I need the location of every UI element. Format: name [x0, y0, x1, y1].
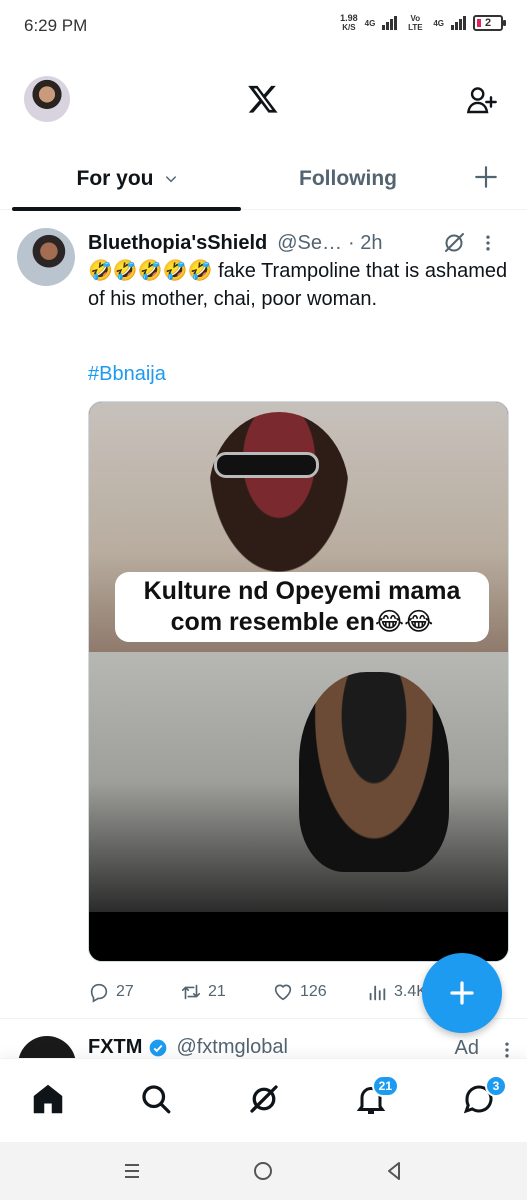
grok-icon[interactable]	[442, 231, 466, 255]
recent-apps-icon[interactable]	[120, 1159, 144, 1183]
reply-count: 27	[116, 983, 134, 1000]
chevron-down-icon	[165, 176, 176, 183]
reply-icon	[90, 983, 108, 1003]
battery-level: 2	[484, 17, 492, 29]
tweet-author-name[interactable]: Bluethopia'sShield	[88, 232, 267, 255]
signal-icon	[382, 16, 398, 30]
x-logo-icon	[248, 85, 278, 113]
promoted-author-name[interactable]: FXTM	[88, 1036, 142, 1059]
media-bottom-bar	[89, 912, 508, 961]
tweet[interactable]: Bluethopia'sShield @Se… · 2h 🤣🤣🤣🤣🤣 fake …	[0, 211, 527, 1019]
plus-icon[interactable]	[473, 164, 499, 190]
status-bar: 6:29 PM 1.98 K/S 4G Vo LTE 4G 2	[0, 0, 527, 56]
tab-for-you[interactable]: For you	[12, 148, 242, 211]
tweet-text: 🤣🤣🤣🤣🤣 fake Trampoline that is ashamed of…	[88, 260, 508, 310]
ad-label: Ad	[454, 1037, 479, 1059]
like-button[interactable]: 126	[272, 981, 327, 1003]
tweet-author-handle[interactable]: @Se…	[277, 232, 342, 255]
tab-following-label: Following	[299, 167, 397, 190]
tweet-header: Bluethopia'sShield @Se… · 2h	[88, 229, 508, 257]
notifications-badge: 21	[371, 1075, 399, 1097]
home-icon	[33, 1084, 63, 1114]
tweet-media-image[interactable]: Kulture nd Opeyemi mama com resemble en😂…	[88, 401, 509, 962]
media-caption: Kulture nd Opeyemi mama com resemble en😂…	[115, 572, 489, 642]
account-avatar[interactable]	[24, 76, 70, 122]
retweet-icon	[181, 984, 201, 1000]
bottom-navigation: 21 3	[0, 1058, 527, 1142]
system-navigation-bar	[0, 1142, 527, 1200]
battery-icon: 2	[473, 15, 506, 31]
nav-notifications[interactable]: 21	[353, 1075, 399, 1117]
more-options-icon[interactable]	[478, 233, 498, 253]
search-icon	[142, 1085, 171, 1114]
volte-label: Vo LTE	[408, 14, 423, 32]
verified-badge-icon	[150, 1039, 167, 1056]
views-button[interactable]: 3.4K	[366, 981, 427, 1003]
retweet-count: 21	[208, 983, 226, 1000]
grok-icon	[250, 1085, 278, 1113]
nav-grok[interactable]	[246, 1081, 282, 1117]
like-count: 126	[300, 983, 327, 1000]
network-speed: 1.98 K/S	[340, 13, 358, 33]
promoted-tweet-header: FXTM @fxtmglobal	[88, 1036, 288, 1059]
nav-search[interactable]	[138, 1081, 174, 1117]
app-header	[0, 56, 527, 144]
media-bottom-frame	[89, 652, 508, 912]
back-triangle-icon[interactable]	[382, 1159, 406, 1183]
promoted-author-handle[interactable]: @fxtmglobal	[176, 1036, 287, 1059]
tweet-hashtag[interactable]: #Bbnaija	[88, 363, 166, 386]
more-options-icon[interactable]	[497, 1040, 517, 1060]
nav-messages[interactable]: 3	[461, 1075, 507, 1117]
tab-for-you-label: For you	[76, 167, 154, 190]
network-type-2: 4G	[433, 18, 444, 28]
heart-icon	[274, 984, 292, 1001]
status-icons: 1.98 K/S 4G Vo LTE 4G 2	[340, 13, 506, 33]
network-type-1: 4G	[364, 18, 376, 28]
promoted-author-avatar[interactable]	[18, 1036, 76, 1060]
retweet-button[interactable]: 21	[180, 981, 226, 1003]
tweet-timestamp: · 2h	[347, 231, 383, 254]
signal-icon-2	[451, 16, 466, 30]
nav-home[interactable]	[30, 1081, 66, 1117]
media-sunglasses	[214, 452, 319, 478]
media-person-2	[299, 672, 449, 872]
tab-following[interactable]: Following	[268, 148, 428, 210]
compose-button[interactable]	[422, 953, 502, 1033]
timeline-tabs: For you Following	[0, 148, 527, 211]
reply-button[interactable]: 27	[88, 981, 134, 1003]
status-time: 6:29 PM	[24, 16, 88, 35]
media-person-1	[209, 412, 349, 572]
home-circle-icon[interactable]	[251, 1159, 275, 1183]
plus-icon	[450, 981, 474, 1005]
views-chart-icon	[369, 985, 386, 1001]
add-user-icon[interactable]	[465, 84, 497, 116]
tweet-author-avatar[interactable]	[17, 228, 75, 286]
messages-badge: 3	[485, 1075, 507, 1097]
